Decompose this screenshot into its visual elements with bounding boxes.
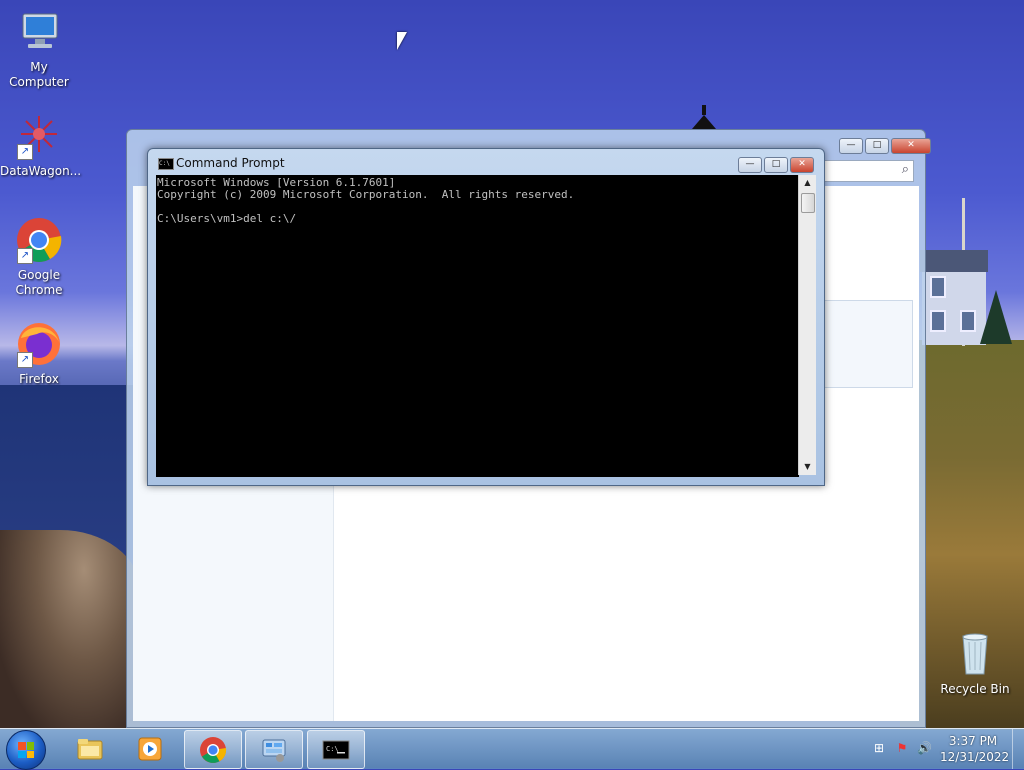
taskbar: C:\ ⊞ ⚑ 🔊 3:37 PM 12/31/2022 [0, 728, 1024, 770]
close-button[interactable]: ✕ [891, 138, 931, 154]
desktop-icon-google-chrome[interactable]: ↗ Google Chrome [0, 216, 78, 298]
close-button[interactable]: ✕ [790, 157, 814, 173]
action-center-icon[interactable]: ⚑ [895, 741, 909, 755]
scroll-thumb[interactable] [801, 193, 815, 213]
shortcut-arrow-icon: ↗ [17, 352, 33, 368]
desktop-icon-label: My Computer [9, 60, 69, 89]
console-prompt-line: C:\Users\vm1>del c:\/ [157, 212, 297, 225]
desktop-icon-datawagon[interactable]: ↗ DataWagon... [0, 112, 82, 179]
taskbar-item-explorer[interactable] [62, 730, 118, 767]
minimize-button[interactable]: — [839, 138, 863, 154]
taskbar-item-command-prompt[interactable]: C:\ [307, 730, 365, 769]
chrome-icon [199, 736, 227, 764]
window-controls: — □ ✕ [738, 157, 814, 173]
desktop-icon-my-computer[interactable]: My Computer [0, 8, 78, 90]
desktop-icon-label: Recycle Bin [940, 682, 1010, 696]
svg-text:C:\: C:\ [326, 745, 339, 753]
desktop-icon-label: Firefox [19, 372, 59, 386]
wallpaper-spire [692, 105, 716, 129]
computer-icon [15, 8, 63, 56]
console-output[interactable]: Microsoft Windows [Version 6.1.7601] Copy… [156, 175, 799, 477]
system-clock[interactable]: 3:37 PM 12/31/2022 [940, 733, 1010, 765]
minimize-button[interactable]: — [738, 157, 762, 173]
network-icon[interactable]: ⊞ [872, 741, 886, 755]
folder-icon [76, 735, 104, 763]
desktop-icon-recycle-bin[interactable]: Recycle Bin [936, 630, 1014, 697]
title-bar[interactable]: C:\ Command Prompt — □ ✕ [148, 149, 824, 175]
command-prompt-window[interactable]: C:\ Command Prompt — □ ✕ Microsoft Windo… [147, 148, 825, 486]
search-icon: ⌕ [901, 162, 909, 177]
firefox-icon: ↗ [15, 320, 63, 368]
scroll-down-arrow-icon[interactable]: ▼ [799, 459, 816, 475]
details-panel [823, 300, 913, 388]
windows-logo-icon [18, 742, 34, 758]
wallpaper-house [920, 250, 988, 345]
wallpaper-tree [980, 290, 1012, 344]
desktop-icon-label: Google Chrome [15, 268, 63, 297]
cmd-icon: C:\ [322, 736, 350, 764]
media-player-icon [136, 735, 164, 763]
window-controls: — □ ✕ [839, 138, 931, 154]
window-title: Command Prompt [176, 156, 285, 170]
start-button[interactable] [6, 730, 46, 770]
chrome-icon: ↗ [15, 216, 63, 264]
show-desktop-button[interactable] [1012, 729, 1024, 769]
search-input[interactable]: ⌕ [824, 160, 914, 182]
console-line: Copyright (c) 2009 Microsoft Corporation… [157, 188, 575, 201]
datawagon-icon: ↗ [15, 112, 63, 160]
maximize-button[interactable]: □ [865, 138, 889, 154]
mouse-cursor-icon [397, 32, 407, 50]
scroll-up-arrow-icon[interactable]: ▲ [799, 175, 816, 191]
volume-icon[interactable]: 🔊 [917, 741, 932, 755]
taskbar-item-media-player[interactable] [122, 730, 178, 767]
taskbar-item-control-panel[interactable] [245, 730, 303, 769]
control-panel-icon [260, 736, 288, 764]
taskbar-item-google-chrome[interactable] [184, 730, 242, 769]
shortcut-arrow-icon: ↗ [17, 248, 33, 264]
recycle-bin-icon [951, 630, 999, 678]
desktop-icon-firefox[interactable]: ↗ Firefox [0, 320, 78, 387]
clock-date: 12/31/2022 [940, 750, 1010, 764]
desktop-icon-label: DataWagon... [0, 164, 82, 178]
vertical-scrollbar[interactable]: ▲ ▼ [798, 175, 816, 475]
wallpaper-rocks [0, 530, 140, 730]
shortcut-arrow-icon: ↗ [17, 144, 33, 160]
cmd-icon: C:\ [158, 158, 174, 170]
clock-time: 3:37 PM [948, 734, 998, 748]
maximize-button[interactable]: □ [764, 157, 788, 173]
